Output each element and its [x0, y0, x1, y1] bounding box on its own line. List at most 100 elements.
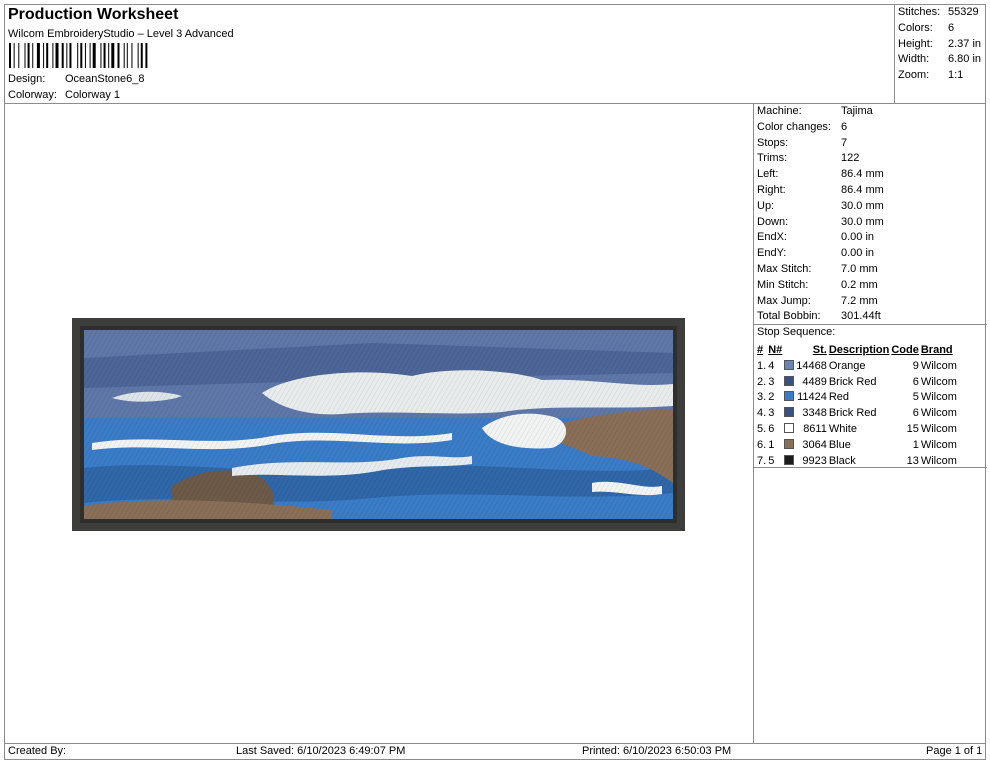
col-brand-header: Brand	[920, 344, 953, 356]
needle-cell: 3	[768, 407, 775, 420]
code-cell: 9	[912, 359, 919, 372]
barcode	[9, 43, 148, 68]
divider	[754, 324, 987, 325]
machine-info-row: EndX: 0.00 in	[757, 231, 874, 243]
machine-info-value: 30.0 mm	[841, 199, 884, 212]
color-swatch	[784, 438, 795, 449]
stitch-count-cell: 14468	[796, 359, 827, 372]
stitch-count-cell: 8611	[803, 423, 827, 436]
machine-info-value: 7	[841, 136, 848, 149]
swatch-cell	[783, 390, 795, 406]
footer-created-by: Created By:	[8, 745, 67, 757]
colors-label: Colors:	[898, 22, 933, 34]
machine-info-value: 86.4 mm	[841, 184, 884, 196]
machine-info-label: Min Stitch:	[757, 278, 809, 291]
machine-info-label: Max Stitch:	[757, 263, 812, 275]
barcode-bar	[18, 43, 20, 68]
needle-cell: 2	[768, 391, 775, 404]
machine-info-row: Left: 86.4 mm	[757, 168, 884, 180]
colorway-label: Colorway:	[8, 89, 57, 101]
color-swatch	[784, 407, 795, 418]
machine-info-label: Down:	[757, 215, 789, 228]
summary-stitches: Stitches: 55329	[898, 6, 988, 18]
machine-info-row: Up: 30.0 mm	[757, 200, 884, 212]
machine-info-value: 30.0 mm	[841, 215, 884, 228]
stitch-count-cell: 11424	[797, 391, 827, 404]
embroidery-design-preview	[72, 318, 685, 531]
summary-width: Width: 6.80 in	[898, 53, 988, 65]
footer-printed: Printed: 6/10/2023 6:50:03 PM	[582, 745, 732, 757]
needle-cell: 1	[768, 438, 775, 451]
zoom-value: 1:1	[948, 69, 964, 81]
stop-num-cell: 4.	[757, 407, 767, 420]
description-cell: White	[828, 423, 857, 436]
stitch-count-cell: 3064	[802, 438, 827, 451]
table-row: 2. 3 4489 Brick Red 6 Wilcom	[756, 374, 958, 390]
machine-info-panel: Machine: Tajima Color changes: 6 Stops: 7 Trim…	[753, 104, 987, 743]
stop-sequence-title: Stop Sequence:	[757, 326, 836, 338]
description-cell: Brick Red	[828, 375, 877, 388]
needle-cell: 6	[768, 423, 775, 436]
swatch-cell	[783, 374, 795, 390]
color-swatch	[784, 359, 795, 370]
stitches-label: Stitches:	[898, 6, 941, 18]
brand-cell: Wilcom	[920, 359, 957, 372]
footer-page-number: Page 1 of 1	[926, 745, 983, 757]
machine-info-label: EndX:	[757, 231, 787, 244]
colorway-row: Colorway: Colorway 1	[8, 89, 120, 101]
color-swatch	[784, 423, 795, 434]
swatch-cell	[783, 405, 795, 421]
barcode-bar	[9, 43, 11, 68]
software-name: Wilcom EmbroideryStudio – Level 3 Advanc…	[8, 28, 234, 40]
machine-info-value: 7.0 mm	[841, 263, 878, 275]
footer-last-saved: Last Saved: 6/10/2023 6:49:07 PM	[236, 745, 406, 757]
stitches-value: 55329	[948, 6, 979, 18]
machine-info-value: Tajima	[841, 105, 873, 117]
machine-info-row: Trims: 122	[757, 152, 859, 164]
machine-info-label: Up:	[757, 199, 775, 212]
machine-info-value: 7.2 mm	[841, 294, 878, 307]
machine-info-value: 122	[841, 152, 860, 165]
machine-info-value: 0.2 mm	[841, 278, 878, 291]
design-value: OceanStone6_8	[65, 73, 145, 85]
barcode-bar	[145, 43, 148, 68]
brand-cell: Wilcom	[920, 438, 957, 451]
col-st-header: St.	[812, 344, 827, 356]
machine-info-value: 86.4 mm	[841, 168, 884, 181]
barcode-bar	[46, 43, 49, 68]
barcode-bar	[123, 43, 125, 68]
col-num-header: #	[757, 344, 764, 356]
col-n-header: N#	[768, 344, 783, 356]
description-cell: Brick Red	[828, 407, 877, 420]
table-row: 5. 6 8611 White 15 Wilcom	[756, 421, 958, 437]
stop-sequence-table: # N# St. Description Code Brand 1. 4 14468…	[756, 342, 958, 469]
stop-num-cell: 5.	[757, 423, 767, 436]
machine-info-row: Total Bobbin: 301.44ft	[757, 310, 881, 322]
barcode-bar	[24, 43, 26, 68]
barcode-bar	[61, 43, 64, 68]
swatch-cell	[783, 437, 795, 453]
height-label: Height:	[898, 38, 933, 50]
stitch-count-cell: 4489	[802, 375, 827, 388]
machine-info-row: Min Stitch: 0.2 mm	[757, 279, 878, 291]
stop-sequence-header-row: # N# St. Description Code Brand	[756, 342, 958, 358]
stop-sequence-body: 1. 4 14468 Orange 9 Wilcom 2. 3 4489 Brick Red 6 Wi…	[756, 358, 958, 469]
design-label: Design:	[8, 73, 46, 85]
colorway-value: Colorway 1	[65, 89, 121, 101]
code-cell: 6	[912, 375, 919, 388]
col-code-header: Code	[891, 344, 919, 356]
table-row: 3. 2 11424 Red 5 Wilcom	[756, 390, 958, 406]
barcode-bar	[80, 43, 83, 68]
stitch-count-cell: 3348	[802, 407, 827, 420]
machine-info-row: Machine: Tajima	[757, 105, 873, 117]
code-cell: 6	[912, 407, 919, 420]
design-stitch-texture	[84, 330, 673, 519]
machine-info-label: EndY:	[757, 247, 787, 260]
barcode-bar	[84, 43, 86, 68]
machine-info-label: Color changes:	[757, 120, 831, 133]
page-title: Production Worksheet	[8, 6, 179, 23]
summary-height: Height: 2.37 in	[898, 38, 988, 50]
swatch-cell	[783, 358, 795, 374]
description-cell: Orange	[828, 359, 866, 372]
stop-num-cell: 1.	[757, 359, 767, 372]
